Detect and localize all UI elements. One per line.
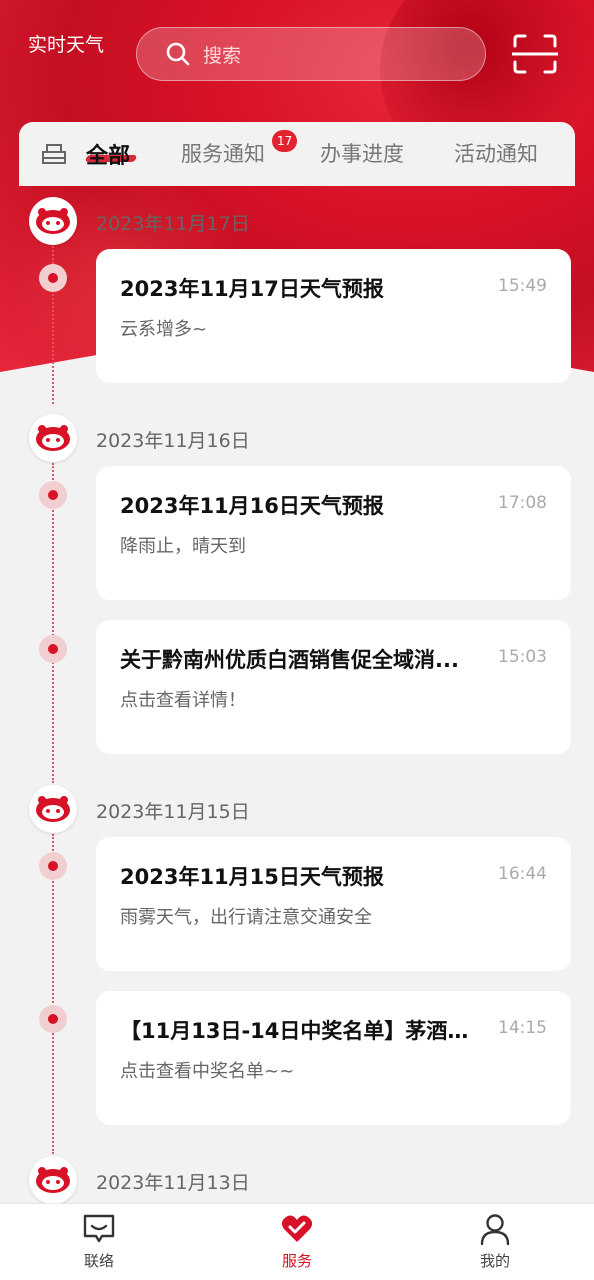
nav-profile[interactable]: 我的 [455, 1212, 535, 1271]
date-avatar-icon [29, 785, 77, 833]
profile-icon [478, 1212, 512, 1246]
tab-service-notice[interactable]: 服务通知 [181, 138, 265, 168]
message-time: 17:08 [498, 493, 547, 513]
message-time: 15:49 [498, 276, 547, 296]
message-time: 16:44 [498, 864, 547, 884]
tab-activity-notice[interactable]: 活动通知 [454, 138, 538, 168]
tab-all[interactable]: 全部 [86, 138, 130, 170]
message-subtitle: 点击查看中奖名单~~ [120, 1061, 295, 1082]
search-placeholder: 搜索 [203, 44, 242, 67]
message-title: 2023年11月15日天气预报 [120, 865, 384, 889]
message-subtitle: 降雨止，晴天到 [120, 536, 246, 557]
date-avatar-icon [29, 197, 77, 245]
message-title: 2023年11月17日天气预报 [120, 277, 384, 301]
message-time: 14:15 [498, 1018, 547, 1038]
nav-service[interactable]: 服务 [257, 1212, 337, 1271]
chat-icon [82, 1212, 116, 1246]
timeline-dot [39, 264, 67, 292]
service-heart-icon [280, 1212, 314, 1246]
date-heading: 2023年11月15日 [96, 801, 250, 823]
timeline-dot [39, 1005, 67, 1033]
message-subtitle: 点击查看详情！ [120, 690, 246, 711]
message-subtitle: 云系增多~ [120, 319, 208, 340]
timeline-line [52, 834, 54, 1154]
bottom-navigation: 联络 服务 我的 [0, 1203, 594, 1280]
message-time: 15:03 [498, 647, 547, 667]
message-subtitle: 雨雾天气，出行请注意交通安全 [120, 907, 372, 928]
date-heading: 2023年11月17日 [96, 213, 250, 235]
search-icon [165, 41, 191, 67]
inbox-filter-icon[interactable] [41, 140, 67, 166]
message-title: 2023年11月16日天气预报 [120, 494, 384, 518]
timeline-dot [39, 481, 67, 509]
message-card[interactable]: 2023年11月15日天气预报 16:44 雨雾天气，出行请注意交通安全 [96, 837, 571, 971]
timeline-dot [39, 852, 67, 880]
nav-contact[interactable]: 联络 [59, 1212, 139, 1271]
nav-label: 我的 [479, 1252, 510, 1270]
top-bar: 实时天气 搜索 [0, 0, 594, 110]
scan-icon[interactable] [510, 33, 560, 75]
message-title: 【11月13日-14日中奖名单】茅酒积... [120, 1019, 470, 1043]
message-tabs: 全部 服务通知 17 办事进度 活动通知 [19, 122, 575, 186]
message-card[interactable]: 关于黔南州优质白酒销售促全域消... 15:03 点击查看详情！ [96, 620, 571, 754]
message-title: 关于黔南州优质白酒销售促全域消... [120, 648, 459, 672]
search-input[interactable]: 搜索 [136, 27, 486, 81]
timeline-line [52, 463, 54, 783]
date-heading: 2023年11月13日 [96, 1172, 250, 1194]
date-heading: 2023年11月16日 [96, 430, 250, 452]
date-avatar-icon [29, 414, 77, 462]
unread-count-badge: 17 [272, 130, 298, 152]
nav-label: 联络 [83, 1252, 114, 1270]
nav-label: 服务 [281, 1252, 312, 1270]
message-card[interactable]: 【11月13日-14日中奖名单】茅酒积... 14:15 点击查看中奖名单~~ [96, 991, 571, 1125]
message-card[interactable]: 2023年11月17日天气预报 15:49 云系增多~ [96, 249, 571, 383]
realtime-weather-link[interactable]: 实时天气 [28, 30, 104, 57]
date-avatar-icon [29, 1156, 77, 1204]
message-card[interactable]: 2023年11月16日天气预报 17:08 降雨止，晴天到 [96, 466, 571, 600]
tab-progress[interactable]: 办事进度 [320, 138, 404, 168]
timeline-dot [39, 635, 67, 663]
